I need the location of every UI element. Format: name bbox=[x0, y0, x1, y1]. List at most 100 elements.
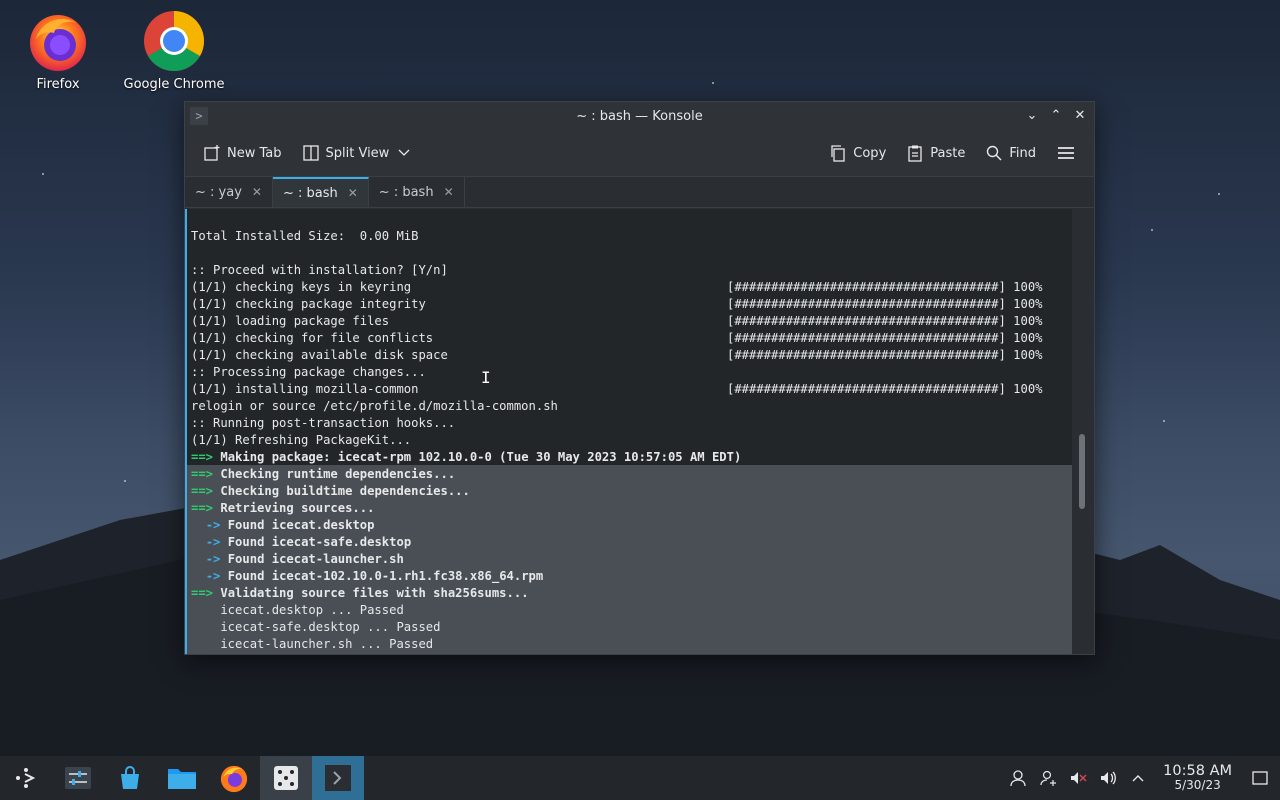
firefox-icon bbox=[220, 765, 248, 793]
terminal-line: (1/1) checking for file conflicts [######… bbox=[191, 331, 1043, 345]
terminal-line: (1/1) installing mozilla-common [########… bbox=[191, 382, 1043, 396]
chevron-down-icon bbox=[398, 149, 410, 156]
clock-date: 5/30/23 bbox=[1174, 778, 1221, 792]
tab-close-icon[interactable]: ✕ bbox=[252, 185, 262, 199]
maximize-icon[interactable]: ⌃ bbox=[1046, 106, 1066, 126]
app-launcher-icon bbox=[16, 768, 36, 788]
chevron-up-icon[interactable] bbox=[1123, 756, 1153, 800]
tab-bash-active[interactable]: ~ : bash ✕ bbox=[272, 177, 369, 207]
tab-yay[interactable]: ~ : yay ✕ bbox=[185, 177, 273, 207]
taskbar-game[interactable] bbox=[260, 756, 312, 800]
tab-label: ~ : bash bbox=[378, 184, 434, 200]
clock-time: 10:58 AM bbox=[1163, 763, 1232, 779]
progress-bar-text: [####################################] 1… bbox=[727, 382, 1043, 396]
star bbox=[1218, 193, 1220, 195]
tab-close-icon[interactable]: ✕ bbox=[444, 185, 454, 199]
terminal-icon bbox=[325, 765, 351, 791]
tab-label: ~ : yay bbox=[195, 184, 242, 200]
settings-sliders-icon bbox=[65, 767, 91, 789]
new-tab-label: New Tab bbox=[227, 145, 282, 161]
taskbar-discover[interactable] bbox=[104, 756, 156, 800]
search-icon bbox=[987, 145, 1002, 161]
star bbox=[1163, 420, 1165, 422]
progress-bar-text: [####################################] 1… bbox=[727, 297, 1043, 311]
konsole-app-icon[interactable]: > bbox=[190, 107, 208, 125]
terminal-line: relogin or source /etc/profile.d/mozilla… bbox=[191, 399, 558, 413]
progress-bar-text: [####################################] 1… bbox=[727, 331, 1043, 345]
terminal-line: -> Found icecat-102.10.0-1.rh1.fc38.x86_… bbox=[205, 569, 544, 583]
show-desktop-icon[interactable] bbox=[1240, 756, 1280, 800]
scrollbar-thumb[interactable] bbox=[1079, 434, 1085, 509]
terminal-line: ==> Checking buildtime dependencies... bbox=[191, 484, 470, 498]
minimize-icon[interactable]: ⌄ bbox=[1022, 106, 1042, 126]
paste-button[interactable]: Paste bbox=[902, 138, 969, 168]
tab-bash[interactable]: ~ : bash ✕ bbox=[369, 177, 465, 207]
user-switch-icon[interactable] bbox=[1033, 756, 1063, 800]
terminal-line: (1/1) checking available disk space [####… bbox=[191, 348, 1043, 362]
folder-icon bbox=[168, 769, 196, 789]
app-launcher-button[interactable] bbox=[0, 756, 52, 800]
new-tab-button[interactable]: New Tab bbox=[199, 138, 286, 168]
terminal-line: ==> Retrieving sources... bbox=[191, 501, 375, 515]
dice-icon bbox=[274, 766, 298, 790]
terminal-output[interactable]: Total Installed Size: 0.00 MiB :: Procee… bbox=[185, 209, 1074, 654]
terminal-line: Total Installed Size: 0.00 MiB bbox=[191, 229, 419, 243]
tab-bar: ~ : yay ✕ ~ : bash ✕ ~ : bash ✕ bbox=[185, 176, 1094, 208]
clock[interactable]: 10:58 AM 5/30/23 bbox=[1153, 764, 1240, 792]
star bbox=[124, 480, 126, 482]
desktop-icon-label: Firefox bbox=[36, 77, 80, 92]
desktop-icon-label: Google Chrome bbox=[123, 77, 225, 92]
find-label: Find bbox=[1009, 145, 1036, 161]
progress-bar-text: [####################################] 1… bbox=[727, 280, 1043, 294]
terminal-scrollbar[interactable] bbox=[1072, 209, 1094, 654]
tab-close-icon[interactable]: ✕ bbox=[348, 186, 358, 200]
taskbar-konsole[interactable] bbox=[312, 756, 364, 800]
find-button[interactable]: Find bbox=[981, 138, 1040, 168]
terminal-line: (1/1) checking keys in keyring [#########… bbox=[191, 280, 1043, 294]
system-tray: 10:58 AM 5/30/23 bbox=[1003, 756, 1280, 800]
taskbar-firefox[interactable] bbox=[208, 756, 260, 800]
window-titlebar[interactable]: > ~ : bash — Konsole ⌄ ⌃ ✕ bbox=[185, 102, 1094, 130]
text-cursor-icon: I bbox=[481, 368, 491, 387]
star bbox=[712, 82, 714, 84]
desktop-icon-firefox[interactable]: Firefox bbox=[3, 9, 113, 92]
store-bag-icon bbox=[121, 766, 139, 789]
terminal-line: ==> Validating source files with sha256s… bbox=[191, 586, 529, 600]
copy-label: Copy bbox=[853, 145, 887, 161]
terminal-line: ==> Checking runtime dependencies... bbox=[191, 467, 456, 481]
hamburger-menu-icon bbox=[1058, 147, 1074, 159]
firefox-icon bbox=[26, 9, 90, 73]
taskbar-system-settings[interactable] bbox=[52, 756, 104, 800]
terminal-line: -> Found icecat.desktop bbox=[205, 518, 375, 532]
copy-icon bbox=[831, 145, 845, 162]
terminal-line: :: Proceed with installation? [Y/n] bbox=[191, 263, 448, 277]
volume-icon[interactable] bbox=[1093, 756, 1123, 800]
taskbar-file-manager[interactable] bbox=[156, 756, 208, 800]
star bbox=[1151, 229, 1153, 231]
taskbar: 10:58 AM 5/30/23 bbox=[0, 756, 1280, 800]
terminal-line: :: Processing package changes... bbox=[191, 365, 426, 379]
star bbox=[42, 173, 44, 175]
konsole-window: > ~ : bash — Konsole ⌄ ⌃ ✕ New Tab Split… bbox=[184, 101, 1095, 655]
terminal-line: (1/1) checking package integrity [#######… bbox=[191, 297, 1043, 311]
terminal-line: icecat.desktop ... Passed bbox=[191, 603, 404, 617]
terminal-line: :: Running post-transaction hooks... bbox=[191, 416, 456, 430]
tab-label: ~ : bash bbox=[282, 185, 338, 201]
audio-muted-icon[interactable] bbox=[1063, 756, 1093, 800]
split-view-icon bbox=[302, 145, 319, 161]
terminal-line: (1/1) loading package files [############… bbox=[191, 314, 1043, 328]
chrome-icon bbox=[142, 9, 206, 73]
paste-icon bbox=[908, 145, 922, 162]
progress-bar-text: [####################################] 1… bbox=[727, 348, 1043, 362]
window-title: ~ : bash — Konsole bbox=[576, 108, 703, 124]
new-tab-icon bbox=[204, 145, 220, 161]
hamburger-menu-button[interactable] bbox=[1052, 138, 1080, 168]
terminal-line: -> Found icecat-safe.desktop bbox=[205, 535, 412, 549]
copy-button[interactable]: Copy bbox=[825, 138, 890, 168]
konsole-toolbar: New Tab Split View Copy Paste Find bbox=[185, 130, 1094, 176]
split-view-button[interactable]: Split View bbox=[298, 138, 418, 168]
user-icon[interactable] bbox=[1003, 756, 1033, 800]
desktop-icon-chrome[interactable]: Google Chrome bbox=[119, 9, 229, 92]
close-icon[interactable]: ✕ bbox=[1070, 106, 1090, 126]
